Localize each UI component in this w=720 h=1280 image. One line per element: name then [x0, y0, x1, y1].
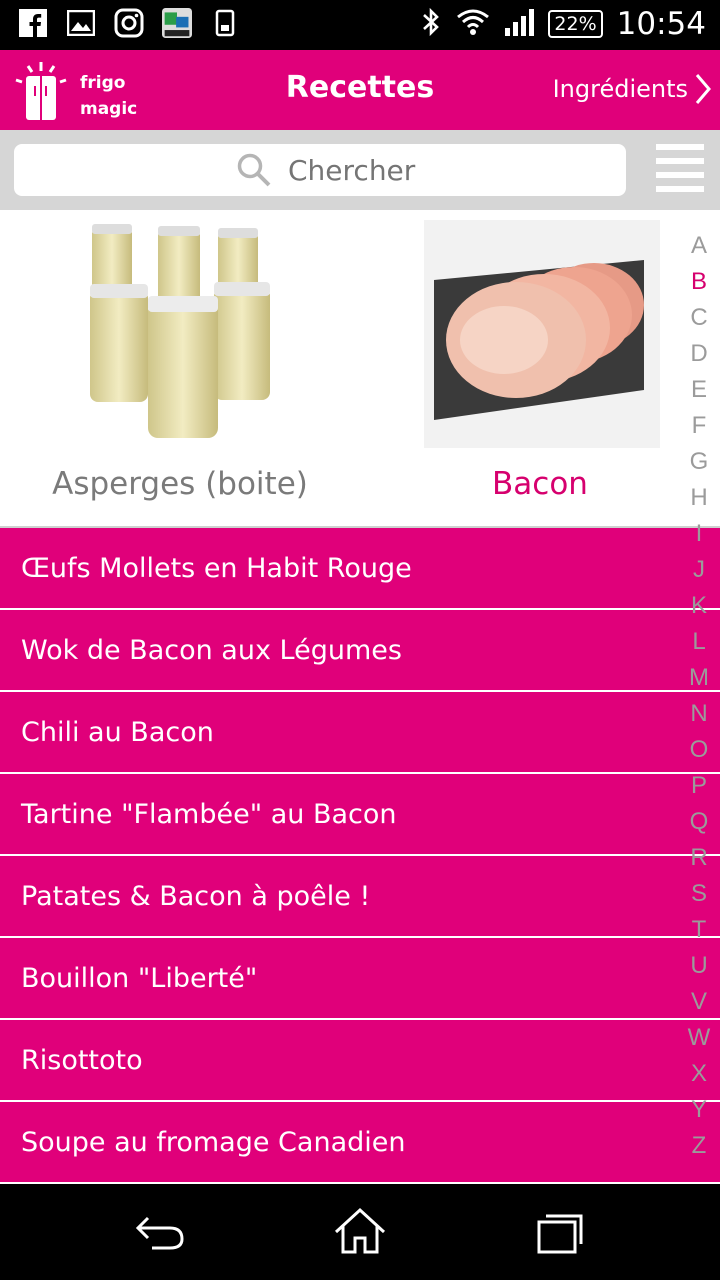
bacon-image — [424, 220, 660, 448]
back-icon — [135, 1216, 184, 1250]
recipe-item[interactable]: Patates & Bacon à poêle ! — [0, 856, 720, 938]
alpha-letter[interactable]: S — [691, 876, 707, 912]
recipe-list: Œufs Mollets en Habit Rouge Wok de Bacon… — [0, 528, 720, 1184]
phone-icon — [210, 8, 240, 38]
alpha-letter-active[interactable]: B — [691, 264, 707, 300]
alphabet-index: A B C D E F G H I J K L M N O P Q R S T … — [686, 228, 712, 1164]
status-time: 10:54 — [616, 6, 706, 42]
recents-icon — [537, 1214, 583, 1254]
alpha-letter[interactable]: I — [696, 516, 703, 552]
recipe-item[interactable]: Wok de Bacon aux Légumes — [0, 610, 720, 692]
recents-button[interactable] — [530, 1206, 590, 1258]
home-icon — [334, 1207, 386, 1254]
alpha-letter[interactable]: Y — [691, 1092, 707, 1128]
search-bar — [0, 130, 720, 210]
alpha-letter[interactable]: O — [690, 732, 709, 768]
alpha-letter[interactable]: E — [691, 372, 707, 408]
recipe-item[interactable]: Risottoto — [0, 1020, 720, 1102]
alpha-letter[interactable]: M — [689, 660, 709, 696]
asparagus-jars-image — [90, 224, 270, 438]
alpha-letter[interactable]: Q — [690, 804, 709, 840]
ingredients-link[interactable]: Ingrédients — [553, 72, 712, 106]
alpha-letter[interactable]: W — [688, 1020, 711, 1056]
search-input[interactable] — [286, 152, 590, 188]
alpha-letter[interactable]: D — [690, 336, 707, 372]
alpha-letter[interactable]: V — [691, 984, 707, 1020]
alpha-letter[interactable]: R — [690, 840, 707, 876]
battery-indicator: 22% — [548, 10, 603, 38]
alpha-letter[interactable]: P — [691, 768, 707, 804]
nikon-app-icon — [162, 8, 192, 38]
menu-icon[interactable] — [656, 144, 704, 196]
alpha-letter[interactable]: X — [691, 1056, 707, 1092]
app-header: frigo magic Recettes Ingrédients — [0, 50, 720, 130]
alpha-letter[interactable]: T — [692, 912, 707, 948]
alpha-letter[interactable]: N — [690, 696, 707, 732]
ingredient-card-asperges[interactable]: Asperges (boite) — [0, 210, 360, 526]
recipe-item[interactable]: Chili au Bacon — [0, 692, 720, 774]
alpha-letter[interactable]: A — [691, 228, 707, 264]
search-icon — [237, 153, 271, 187]
alpha-letter[interactable]: L — [692, 624, 705, 660]
alpha-letter[interactable]: J — [693, 552, 705, 588]
ingredient-grid: Asperges (boite) Bacon — [0, 210, 720, 526]
recipe-item[interactable]: Œufs Mollets en Habit Rouge — [0, 528, 720, 610]
alpha-letter[interactable]: C — [690, 300, 707, 336]
back-button[interactable] — [130, 1206, 190, 1258]
alpha-letter[interactable]: K — [691, 588, 707, 624]
recipe-item[interactable]: Tartine "Flambée" au Bacon — [0, 774, 720, 856]
alpha-letter[interactable]: G — [690, 444, 709, 480]
recipe-item[interactable]: Bouillon "Liberté" — [0, 938, 720, 1020]
alpha-letter[interactable]: H — [690, 480, 707, 516]
system-nav-bar — [0, 1184, 720, 1280]
signal-icon — [504, 8, 535, 40]
chevron-right-icon — [695, 74, 711, 104]
wifi-icon — [456, 8, 490, 40]
alpha-letter[interactable]: Z — [692, 1128, 707, 1164]
image-icon — [66, 8, 96, 38]
instagram-icon — [114, 8, 144, 38]
status-bar: 22% 10:54 — [0, 0, 720, 50]
search-box[interactable] — [14, 144, 626, 196]
ingredients-link-label: Ingrédients — [552, 75, 688, 103]
ingredient-label: Asperges (boite) — [52, 466, 308, 502]
facebook-icon — [18, 8, 48, 38]
ingredient-card-bacon[interactable]: Bacon — [360, 210, 720, 526]
alpha-letter[interactable]: F — [692, 408, 707, 444]
home-button[interactable] — [330, 1206, 390, 1258]
recipe-item[interactable]: Soupe au fromage Canadien — [0, 1102, 720, 1184]
ingredient-label: Bacon — [492, 466, 588, 502]
alpha-letter[interactable]: U — [690, 948, 707, 984]
bluetooth-icon — [420, 7, 442, 41]
